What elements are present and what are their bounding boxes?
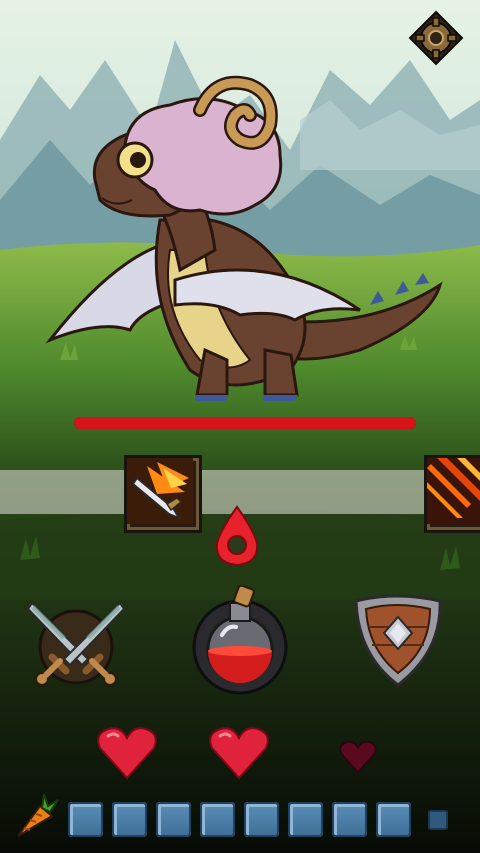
inventory-slot[interactable]: [200, 802, 235, 837]
settings-gear-icon[interactable]: [408, 10, 464, 66]
flaming-sword-icon: [127, 458, 193, 524]
life-heart-icon: [97, 727, 157, 780]
health-potion-icon: [192, 585, 288, 695]
wooden-shield-icon: [354, 594, 442, 687]
inventory-slot[interactable]: [68, 802, 103, 837]
inventory-slot[interactable]: [244, 802, 279, 837]
target-marker-icon: [215, 505, 259, 567]
potion-button[interactable]: [192, 585, 288, 695]
crossed-swords-icon: [26, 601, 126, 686]
dragon-enemy[interactable]: [40, 70, 450, 410]
inventory-slot[interactable]: [156, 802, 191, 837]
enemy-health-bar: [74, 417, 416, 429]
game-scene: [0, 0, 480, 853]
inventory-slot[interactable]: [112, 802, 147, 837]
enemy-health-fill: [74, 417, 416, 429]
attack-button[interactable]: [26, 595, 126, 687]
fire-streaks-icon: [427, 458, 480, 524]
life-heart-empty-icon: [339, 740, 377, 774]
inventory-slot[interactable]: [376, 802, 411, 837]
inventory-slot[interactable]: [332, 802, 367, 837]
carrot-icon[interactable]: [10, 792, 60, 842]
inventory-slot[interactable]: [288, 802, 323, 837]
defend-button[interactable]: [350, 593, 444, 689]
life-heart-icon: [209, 727, 269, 780]
skill-flaming-sword-icon[interactable]: [124, 455, 202, 533]
skill-fire-streaks-icon[interactable]: [424, 455, 480, 533]
inventory-overflow-slot[interactable]: [428, 810, 448, 830]
